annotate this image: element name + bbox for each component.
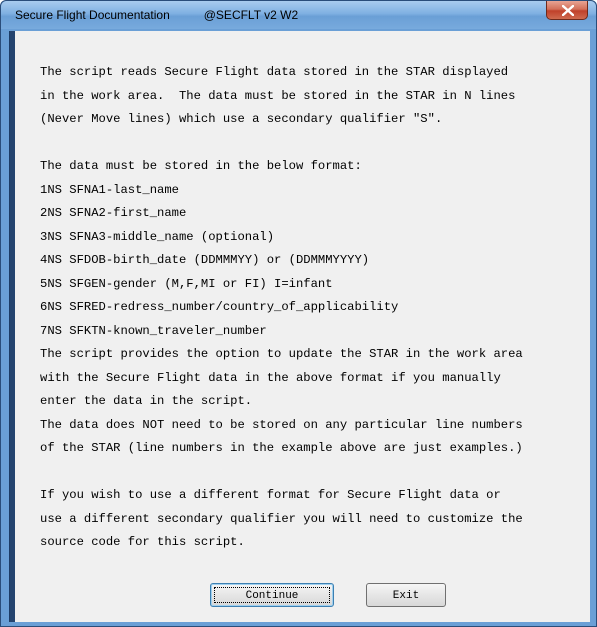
dialog-window: Secure Flight Documentation @SECFLT v2 W2…: [0, 0, 597, 627]
doc-line: The data does NOT need to be stored on a…: [40, 417, 523, 432]
doc-line: 3NS SFNA3-middle_name (optional): [40, 229, 275, 244]
doc-line: 7NS SFKTN-known_traveler_number: [40, 323, 267, 338]
close-x-icon: [562, 5, 574, 16]
doc-line: with the Secure Flight data in the above…: [40, 370, 501, 385]
doc-line: If you wish to use a different format fo…: [40, 488, 501, 502]
doc-line: [40, 461, 523, 485]
doc-line: 5NS SFGEN-gender (M,F,MI or FI) I=infant: [40, 276, 333, 291]
doc-line: The script reads Secure Flight data stor…: [40, 65, 509, 79]
doc-line: 2NS SFNA2-first_name: [40, 206, 187, 220]
doc-line: [40, 132, 523, 156]
doc-line: 6NS SFRED-redress_number/country_of_appl…: [40, 300, 399, 314]
documentation-text: The script reads Secure Flight data stor…: [40, 61, 523, 555]
doc-line: enter the data in the script.: [40, 394, 253, 408]
title-bar[interactable]: Secure Flight Documentation @SECFLT v2 W2: [1, 1, 596, 29]
window-subtitle: @SECFLT v2 W2: [203, 8, 299, 22]
doc-line: (Never Move lines) which use a secondary…: [40, 112, 443, 126]
doc-line: The script provides the option to update…: [40, 347, 523, 361]
doc-line: in the work area. The data must be store…: [40, 88, 516, 103]
close-button[interactable]: [546, 1, 588, 20]
continue-button-label: Continue: [245, 590, 299, 602]
doc-line: The data must be stored in the below for…: [40, 159, 362, 173]
doc-line: of the STAR (line numbers in the example…: [40, 441, 523, 455]
dialog-body: The script reads Secure Flight data stor…: [9, 31, 590, 622]
window-title-text: Secure Flight Documentation @SECFLT v2 W2: [15, 8, 298, 22]
doc-line: use a different secondary qualifier you …: [40, 511, 523, 526]
exit-button-label: Exit: [392, 590, 420, 602]
window-title: Secure Flight Documentation: [15, 8, 170, 22]
exit-button[interactable]: Exit: [366, 583, 446, 607]
doc-line: 4NS SFDOB-birth_date (DDMMMYY) or (DDMMM…: [40, 253, 370, 267]
continue-button[interactable]: Continue: [210, 583, 334, 607]
doc-line: 1NS SFNA1-last_name: [40, 182, 179, 197]
doc-line: source code for this script.: [40, 535, 245, 549]
left-window-edge: [10, 31, 15, 622]
